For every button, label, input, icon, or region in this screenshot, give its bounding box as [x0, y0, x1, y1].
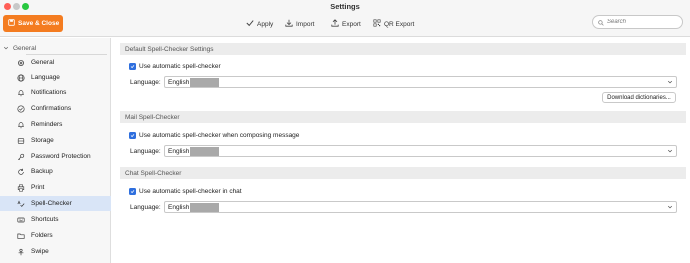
mail-spellcheck-checkbox[interactable]: Use automatic spell-checker when composi…: [129, 130, 299, 140]
gear-icon: [17, 59, 25, 67]
sidebar-item-confirmations[interactable]: Confirmations: [0, 101, 111, 116]
checkbox-label: Use automatic spell-checker: [139, 62, 221, 70]
export-label: Export: [342, 20, 361, 28]
sidebar-item-password-protection[interactable]: Password Protection: [0, 149, 111, 164]
checkbox-label: Use automatic spell-checker when composi…: [139, 131, 300, 139]
checkmark-icon: [246, 19, 254, 29]
sidebar-item-label: Backup: [31, 168, 53, 175]
section-header-chat: Chat Spell-Checker: [120, 167, 686, 179]
dropdown-arrow-icon: [667, 79, 673, 85]
backup-icon: [17, 168, 25, 176]
chat-spellcheck-checkbox[interactable]: Use automatic spell-checker in chat: [129, 186, 242, 196]
import-button[interactable]: Import: [285, 18, 314, 30]
default-language-select[interactable]: English: [164, 76, 677, 88]
chevron-down-icon: [3, 45, 9, 51]
import-label: Import: [296, 20, 315, 28]
language-value: English: [168, 147, 190, 155]
search-icon: [598, 13, 604, 31]
globe-icon: [17, 73, 25, 82]
checkbox-checked[interactable]: [129, 131, 136, 139]
checkbox-label: Use automatic spell-checker in chat: [139, 187, 242, 195]
checkbox-checked[interactable]: [129, 187, 136, 195]
sidebar-item-shortcuts[interactable]: Shortcuts: [0, 212, 111, 227]
language-label: Language:: [130, 147, 161, 155]
sidebar-item-storage[interactable]: Storage: [0, 133, 111, 148]
import-icon: [285, 19, 293, 29]
bell-icon: [17, 121, 25, 129]
redacted-area: [190, 146, 220, 156]
search-box[interactable]: [592, 15, 683, 29]
section-header-mail: Mail Spell-Checker: [120, 111, 686, 123]
sidebar-item-backup[interactable]: Backup: [0, 164, 111, 179]
sidebar-item-label: Password Protection: [31, 153, 91, 160]
save-close-button[interactable]: Save & Close: [3, 15, 63, 32]
sidebar-item-label: Storage: [31, 137, 54, 144]
folder-icon: [17, 232, 25, 240]
sidebar-item-notifications[interactable]: Notifications: [0, 85, 111, 100]
export-button[interactable]: Export: [331, 18, 361, 30]
title-bar: Settings Save & Close Apply Import Expor…: [0, 0, 690, 37]
language-label: Language:: [130, 203, 161, 211]
apply-label: Apply: [257, 20, 274, 28]
redacted-area: [190, 202, 220, 212]
section-header-default: Default Spell-Checker Settings: [120, 43, 686, 55]
sidebar-item-label: Language: [31, 74, 60, 81]
language-label: Language:: [130, 78, 161, 86]
export-icon: [331, 19, 339, 29]
sidebar-item-label: Swipe: [31, 248, 49, 255]
mail-language-select[interactable]: English: [164, 145, 677, 157]
checkbox-checked[interactable]: [129, 62, 136, 70]
swipe-icon: [17, 248, 25, 256]
sidebar-group-general[interactable]: General: [0, 41, 111, 55]
save-close-label: Save & Close: [18, 20, 60, 27]
printer-icon: [17, 184, 25, 192]
save-icon: [8, 19, 15, 28]
spell-checker-settings-panel: Default Spell-Checker Settings Use autom…: [112, 38, 690, 263]
sidebar-item-language[interactable]: Language: [0, 70, 111, 85]
sidebar-item-label: Folders: [31, 232, 53, 239]
sidebar-item-swipe[interactable]: Swipe: [0, 244, 111, 259]
search-input[interactable]: [607, 19, 677, 25]
sidebar-item-label: General: [31, 59, 55, 66]
sidebar-item-label: Shortcuts: [31, 216, 59, 223]
sidebar-group-label: General: [13, 44, 37, 52]
settings-window: Settings Save & Close Apply Import Expor…: [0, 0, 690, 263]
sidebar-item-label: Spell-Checker: [31, 200, 72, 207]
apply-button[interactable]: Apply: [246, 18, 273, 30]
sidebar-item-label: Reminders: [31, 121, 63, 128]
sidebar-item-print[interactable]: Print: [0, 180, 111, 195]
sidebar-item-label: Confirmations: [31, 105, 72, 112]
sidebar-item-general[interactable]: General: [0, 55, 111, 70]
dropdown-arrow-icon: [667, 204, 673, 210]
bell-icon: [17, 89, 25, 97]
check-circle-icon: [17, 104, 25, 113]
sidebar-item-label: Print: [31, 184, 45, 191]
language-value: English: [168, 203, 190, 211]
language-value: English: [168, 78, 190, 86]
qr-code-icon: [373, 19, 381, 29]
sidebar-item-folders[interactable]: Folders: [0, 228, 111, 243]
spellcheck-icon: [17, 199, 25, 208]
qr-export-label: QR Export: [384, 20, 415, 28]
window-title: Settings: [330, 2, 360, 11]
settings-sidebar: General General Language Notifications C…: [0, 38, 111, 263]
sidebar-item-spell-checker[interactable]: Spell-Checker: [0, 196, 111, 211]
keyboard-icon: [17, 216, 25, 224]
chat-language-select[interactable]: English: [164, 201, 677, 213]
storage-icon: [17, 137, 25, 145]
key-icon: [17, 153, 25, 161]
qr-export-button[interactable]: QR Export: [373, 18, 414, 30]
sidebar-item-label: Notifications: [31, 89, 67, 96]
default-spellcheck-checkbox[interactable]: Use automatic spell-checker: [129, 61, 221, 71]
dropdown-arrow-icon: [667, 148, 673, 154]
redacted-area: [190, 77, 220, 87]
sidebar-item-reminders[interactable]: Reminders: [0, 117, 111, 132]
download-dictionaries-button[interactable]: Download dictionaries...: [602, 92, 676, 103]
